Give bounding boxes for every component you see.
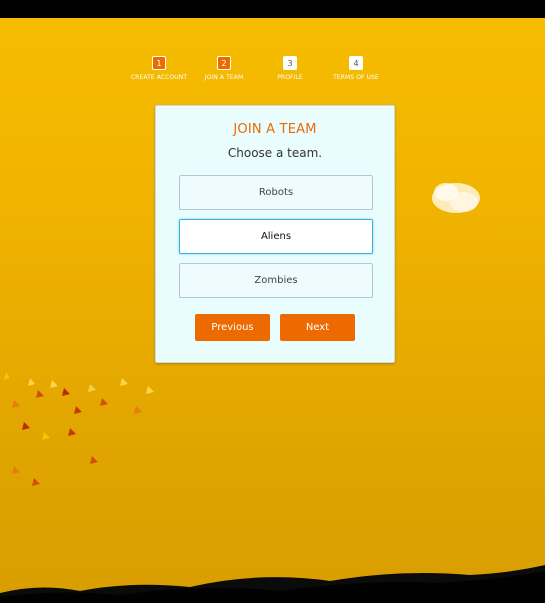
previous-button-label: Previous [211, 322, 254, 333]
team-option-robots[interactable]: Robots [179, 175, 373, 210]
progress-steps: 1 CREATE ACCOUNT 2 JOIN A TEAM 3 PROFILE… [120, 56, 410, 88]
join-team-card: JOIN A TEAM Choose a team. Robots Aliens… [155, 105, 395, 363]
step-1-badge: 1 [152, 56, 166, 70]
grass-icon [0, 565, 545, 603]
next-button[interactable]: Next [280, 314, 355, 341]
next-button-label: Next [305, 322, 330, 333]
team-option-label: Aliens [260, 231, 292, 242]
team-option-zombies[interactable]: Zombies [179, 263, 373, 298]
team-option-aliens[interactable]: Aliens [179, 219, 373, 254]
leaves-icon [4, 372, 154, 486]
step-2-badge: 2 [217, 56, 231, 70]
card-title: JOIN A TEAM [233, 122, 317, 137]
step-3-badge: 3 [283, 56, 297, 70]
previous-button[interactable]: Previous [195, 314, 270, 341]
cloud-icon [432, 183, 480, 213]
step-4-label: TERMS OF USE [333, 74, 379, 81]
step-4-badge: 4 [349, 56, 363, 70]
team-option-label: Robots [258, 187, 294, 198]
team-option-label: Zombies [254, 275, 298, 286]
card-subtitle: Choose a team. [227, 146, 323, 160]
step-4: 4 TERMS OF USE [317, 56, 395, 81]
top-black-bar [0, 0, 545, 18]
